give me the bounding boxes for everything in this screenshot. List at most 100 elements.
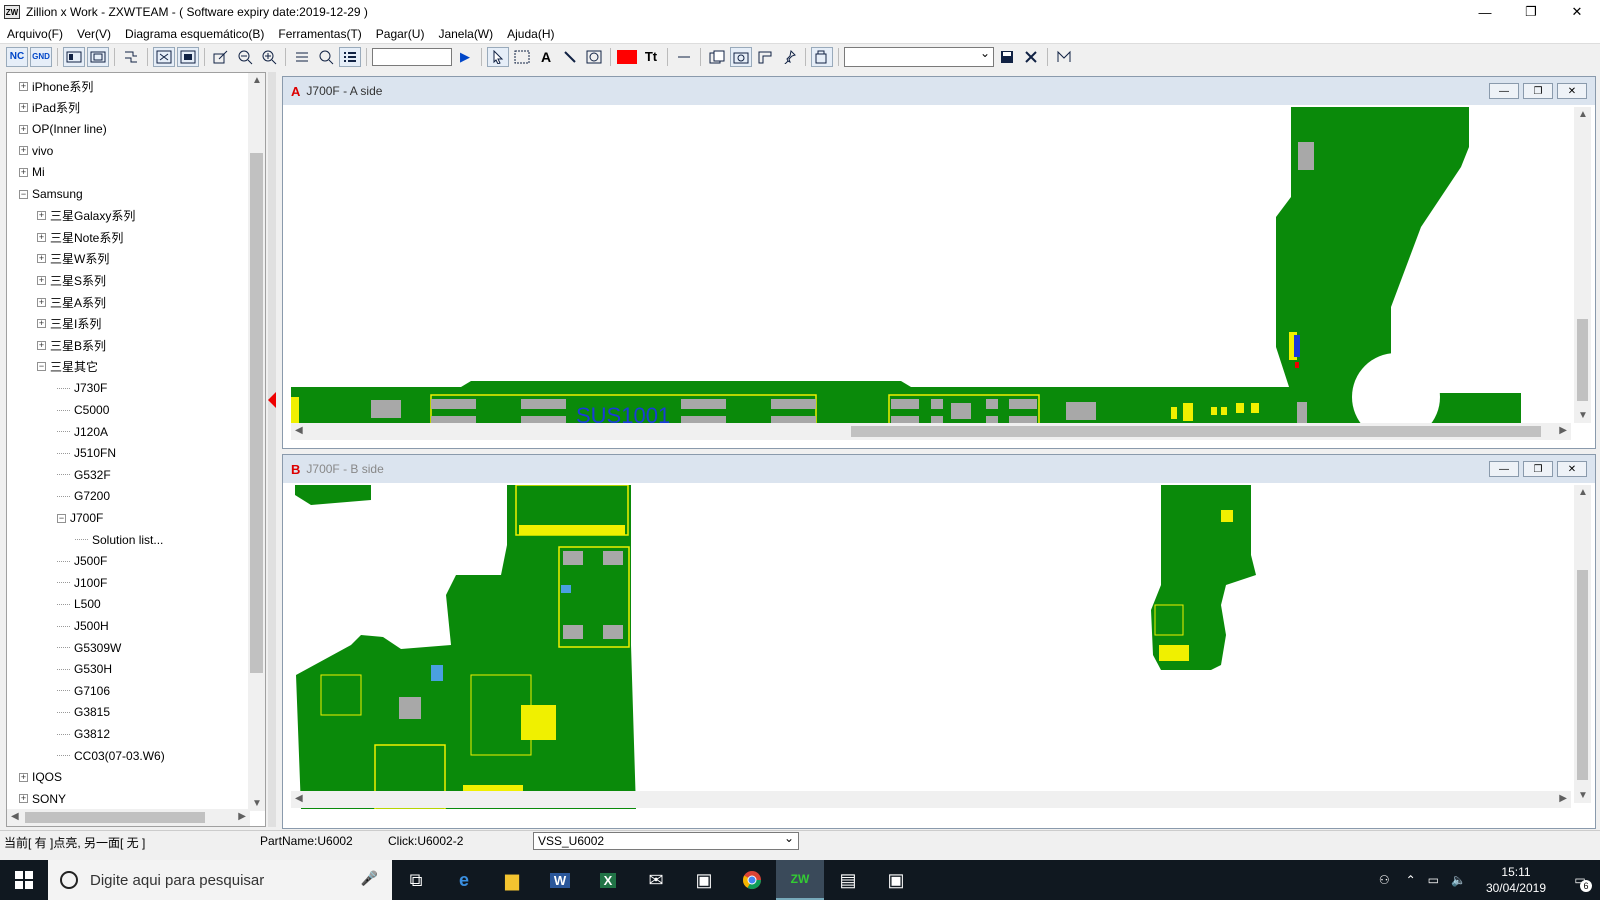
word-icon[interactable]: W <box>536 860 584 900</box>
menu-pagar[interactable]: Pagar(U) <box>369 27 432 41</box>
expand-icon[interactable]: + <box>19 167 28 177</box>
scrollbar-thumb[interactable] <box>25 812 205 823</box>
start-button[interactable] <box>0 860 48 900</box>
text-tool-icon[interactable]: A <box>535 47 557 67</box>
tree-item[interactable]: Solution list... <box>75 531 163 549</box>
chevron-up-icon[interactable]: ⌃ <box>1406 873 1416 887</box>
scroll-down-icon[interactable]: ▼ <box>252 798 262 809</box>
tree-item[interactable]: G7106 <box>57 682 110 700</box>
b-horizontal-scrollbar[interactable]: ◀ ▶ <box>291 791 1571 808</box>
zoom-out-icon[interactable] <box>234 47 256 67</box>
a-maximize-button[interactable]: ❐ <box>1523 83 1553 99</box>
menu-ferramentas[interactable]: Ferramentas(T) <box>271 27 368 41</box>
tree-item[interactable]: G7200 <box>57 487 110 505</box>
scroll-right-icon[interactable]: ▶ <box>238 811 246 822</box>
tree-item[interactable]: G530H <box>57 660 112 678</box>
expand-icon[interactable]: + <box>37 254 46 264</box>
tree-item[interactable]: + 三星S系列 <box>37 271 106 289</box>
expand-icon[interactable]: + <box>19 81 28 91</box>
tree-item[interactable]: + Mi <box>19 163 45 181</box>
circle-tool-icon[interactable] <box>583 47 605 67</box>
task-view-icon[interactable]: ⧉ <box>392 860 440 900</box>
tree-item[interactable]: + IQOS <box>19 768 62 786</box>
find-icon[interactable] <box>315 47 337 67</box>
scrollbar-thumb[interactable] <box>250 153 263 673</box>
collapse-icon[interactable]: − <box>57 513 66 523</box>
tree-item[interactable]: G532F <box>57 466 111 484</box>
b-minimize-button[interactable]: — <box>1489 461 1519 477</box>
b-side-window[interactable]: B J700F - B side — ❐ ✕ ▲ ▼ ◀ ▶ <box>282 454 1596 829</box>
pin-icon[interactable] <box>778 47 800 67</box>
tree-item[interactable]: J100F <box>57 574 107 592</box>
measure-icon[interactable] <box>1053 47 1075 67</box>
app-icon-2[interactable]: ▤ <box>824 860 872 900</box>
expand-icon[interactable]: + <box>19 103 28 113</box>
expand-icon[interactable]: + <box>37 275 46 285</box>
expand-icon[interactable]: + <box>37 319 46 329</box>
zxw-taskbar-icon[interactable]: ZW <box>776 860 824 900</box>
expand-icon[interactable]: + <box>19 146 28 156</box>
list-icon[interactable] <box>339 46 361 67</box>
people-icon[interactable]: ⚇ <box>1379 873 1390 887</box>
nc-button[interactable]: NC <box>6 46 28 67</box>
b-side-board[interactable] <box>291 485 1571 809</box>
menu-ver[interactable]: Ver(V) <box>70 27 118 41</box>
tree-item[interactable]: + vivo <box>19 142 53 160</box>
microphone-icon[interactable]: 🎤 <box>361 870 378 887</box>
model-tree[interactable]: + iPhone系列 + iPad系列 + OP(Inner line) + vivo + Mi −… <box>6 72 266 827</box>
tree-item[interactable]: J500F <box>57 552 107 570</box>
tree-item[interactable]: + iPhone系列 <box>19 77 93 95</box>
net-combo[interactable]: VSS_U6002 <box>533 830 799 850</box>
menu-arquivo[interactable]: Arquivo(F) <box>0 27 70 41</box>
clear-icon[interactable] <box>1020 47 1042 67</box>
split-view-icon[interactable] <box>177 46 199 67</box>
app-icon-3[interactable]: ▣ <box>872 860 920 900</box>
save-icon[interactable] <box>996 47 1018 67</box>
maximize-button[interactable]: ❐ <box>1508 0 1554 24</box>
file-explorer-icon[interactable]: ▆ <box>488 860 536 900</box>
a-close-button[interactable]: ✕ <box>1557 83 1587 99</box>
tree-item[interactable]: + 三星I系列 <box>37 315 101 333</box>
tree-item[interactable]: + 三星B系列 <box>37 336 106 354</box>
minimize-button[interactable]: — <box>1462 0 1508 24</box>
b-side-board-canvas[interactable] <box>291 485 1571 809</box>
tree-item[interactable]: + 三星Note系列 <box>37 228 123 246</box>
line-width-icon[interactable] <box>673 47 695 67</box>
menu-janela[interactable]: Janela(W) <box>431 27 500 41</box>
expand-icon[interactable]: + <box>37 340 46 350</box>
menu-diagrama[interactable]: Diagrama esquemático(B) <box>118 27 271 41</box>
board-view-icon[interactable] <box>87 46 109 67</box>
a-vertical-scrollbar[interactable]: ▲ ▼ <box>1574 107 1591 423</box>
net-icon[interactable] <box>120 47 142 67</box>
tree-item[interactable]: + 三星W系列 <box>37 250 109 268</box>
tree-item[interactable]: G3815 <box>57 703 110 721</box>
collapse-arrow-icon[interactable] <box>268 392 276 408</box>
select-area-icon[interactable] <box>511 47 533 67</box>
tree-item[interactable]: J510FN <box>57 444 116 462</box>
tree-item[interactable]: J500H <box>57 617 109 635</box>
expand-icon[interactable]: + <box>19 124 28 134</box>
tree-item[interactable]: G5309W <box>57 639 121 657</box>
b-maximize-button[interactable]: ❐ <box>1523 461 1553 477</box>
close-button[interactable]: ✕ <box>1554 0 1600 24</box>
a-minimize-button[interactable]: — <box>1489 83 1519 99</box>
zoom-in-icon[interactable] <box>258 47 280 67</box>
screenshot-icon[interactable] <box>730 46 752 67</box>
b-vertical-scrollbar[interactable]: ▲ ▼ <box>1574 485 1591 803</box>
tree-item[interactable]: + 三星A系列 <box>37 293 106 311</box>
tree-item[interactable]: − J700F <box>57 509 103 527</box>
tree-item[interactable]: + iPad系列 <box>19 99 80 117</box>
fit-window-icon[interactable] <box>153 46 175 67</box>
edit-icon[interactable] <box>210 47 232 67</box>
font-size-icon[interactable]: Tt <box>640 47 662 67</box>
tree-vertical-scrollbar[interactable]: ▲ ▼ <box>248 73 265 811</box>
app-icon-1[interactable]: ▣ <box>680 860 728 900</box>
a-side-window[interactable]: A J700F - A side — ❐ ✕ SUS1001 ▲ ▼ ◀ ▶ <box>282 76 1596 449</box>
a-horizontal-scrollbar[interactable]: ◀ ▶ <box>291 423 1571 440</box>
expand-icon[interactable]: + <box>37 297 46 307</box>
tree-item[interactable]: + OP(Inner line) <box>19 120 107 138</box>
tree-item[interactable]: L500 <box>57 595 101 613</box>
tree-item[interactable]: G3812 <box>57 725 110 743</box>
expand-icon[interactable]: + <box>19 794 28 804</box>
color-picker-icon[interactable] <box>616 47 638 67</box>
